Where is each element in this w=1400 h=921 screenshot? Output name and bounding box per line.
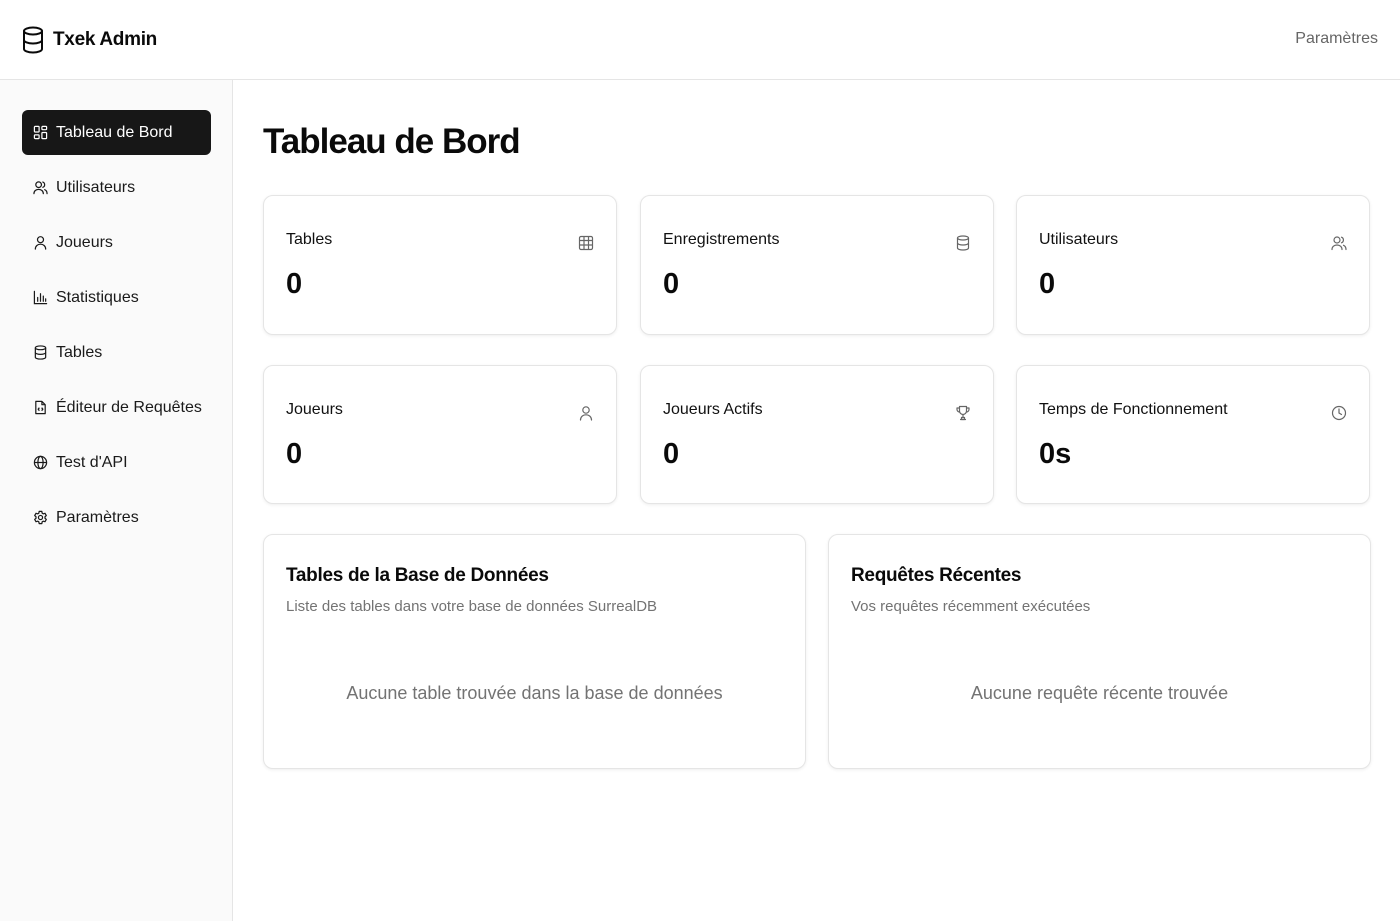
sidebar-item-label: Paramètres [56, 508, 139, 526]
gear-icon [34, 510, 47, 525]
database-icon [23, 26, 43, 54]
globe-icon [33, 455, 48, 470]
sidebar-item-label: Tables [56, 343, 103, 361]
stat-card-users: Utilisateurs 0 [1016, 195, 1370, 335]
sidebar-item-label: Test d'API [56, 453, 128, 471]
settings-link[interactable]: Paramètres [1295, 30, 1378, 48]
stat-card-uptime: Temps de Fonctionnement 0s [1016, 365, 1370, 504]
stat-value: 0 [286, 438, 303, 470]
sidebar-item-label: Statistiques [56, 288, 139, 306]
stat-value: 0 [663, 438, 680, 470]
sidebar-item-label: Utilisateurs [56, 178, 136, 196]
sidebar-item-statistics[interactable]: Statistiques [22, 275, 211, 320]
sidebar-item-dashboard[interactable]: Tableau de Bord [22, 110, 211, 155]
sidebar-item-settings[interactable]: Paramètres [22, 495, 211, 540]
bar-chart-icon [33, 290, 48, 305]
sidebar-item-users[interactable]: Utilisateurs [22, 165, 211, 210]
stat-value: 0 [286, 268, 303, 300]
sidebar-item-label: Tableau de Bord [56, 123, 173, 141]
stat-value: 0 [663, 268, 680, 300]
users-icon [33, 181, 48, 195]
panel-subtitle: Liste des tables dans votre base de donn… [286, 598, 658, 615]
database-icon [34, 345, 47, 360]
stat-card-active-players: Joueurs Actifs 0 [640, 365, 994, 504]
database-icon [956, 235, 970, 251]
user-icon [34, 236, 47, 250]
sidebar-item-label: Éditeur de Requêtes [56, 398, 202, 416]
stat-label: Tables [286, 231, 333, 248]
stat-value: 0 [1039, 268, 1056, 300]
stat-card-records: Enregistrements 0 [640, 195, 994, 335]
sidebar-item-players[interactable]: Joueurs [22, 220, 211, 265]
tables-panel: Tables de la Base de Données Liste des t… [263, 534, 806, 769]
panel-subtitle: Vos requêtes récemment exécutées [851, 598, 1091, 615]
dashboard-icon [33, 125, 48, 140]
table-icon [578, 235, 594, 251]
recent-queries-panel: Requêtes Récentes Vos requêtes récemment… [828, 534, 1371, 769]
stat-card-tables: Tables 0 [263, 195, 617, 335]
empty-state-message: Aucune table trouvée dans la base de don… [346, 683, 723, 703]
stat-label: Utilisateurs [1039, 231, 1119, 248]
stat-label: Joueurs Actifs [663, 401, 763, 418]
users-icon [1331, 236, 1347, 251]
file-code-icon [35, 400, 46, 415]
panel-title: Tables de la Base de Données [286, 565, 549, 586]
top-bar: Txek Admin Paramètres [0, 0, 1400, 80]
stat-label: Enregistrements [663, 231, 780, 248]
stat-value: 0s [1039, 438, 1072, 470]
brand[interactable]: Txek Admin [22, 25, 157, 55]
brand-name: Txek Admin [53, 29, 157, 50]
sidebar-item-query-editor[interactable]: Éditeur de Requêtes [22, 385, 211, 430]
sidebar-item-tables[interactable]: Tables [22, 330, 211, 375]
stat-card-players: Joueurs 0 [263, 365, 617, 504]
stat-label: Temps de Fonctionnement [1039, 401, 1228, 418]
empty-state-message: Aucune requête récente trouvée [970, 683, 1229, 703]
trophy-icon [956, 405, 970, 421]
sidebar-item-api-test[interactable]: Test d'API [22, 440, 211, 485]
clock-icon [1331, 405, 1347, 421]
stat-label: Joueurs [286, 401, 343, 418]
sidebar-item-label: Joueurs [56, 233, 113, 251]
page-title: Tableau de Bord [263, 122, 521, 161]
panel-title: Requêtes Récentes [851, 565, 1022, 586]
sidebar: Tableau de Bord Utilisateurs Joueurs Sta… [0, 80, 233, 921]
user-icon [579, 406, 593, 421]
